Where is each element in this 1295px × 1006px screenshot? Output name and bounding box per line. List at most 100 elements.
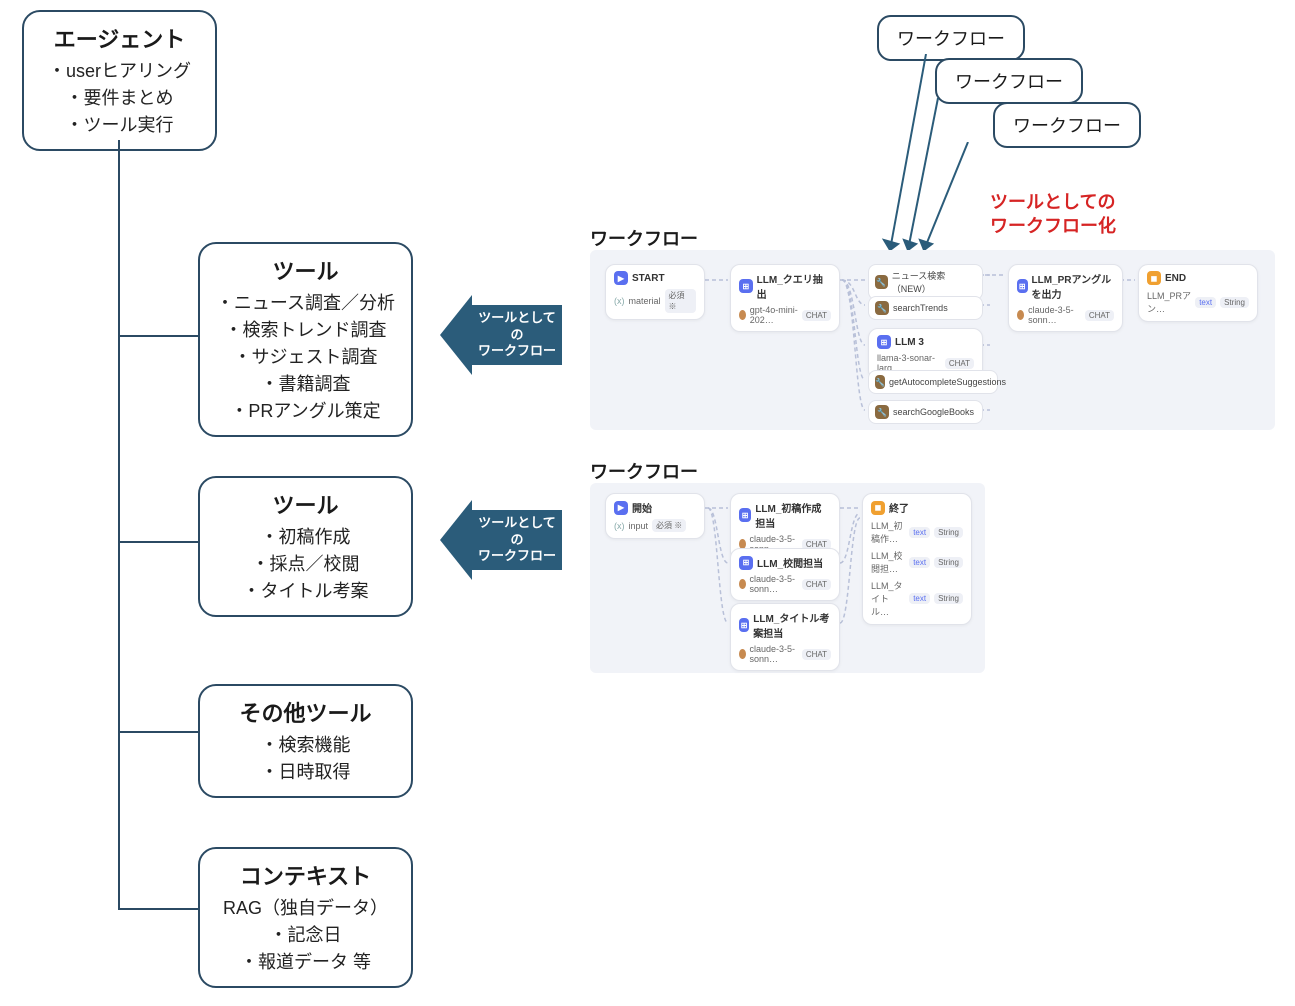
tool1-item-3: ・書籍調査 — [214, 371, 397, 398]
wf2-end-row1t: text — [909, 557, 930, 568]
wf1-end-sub: LLM_PRアン… — [1147, 289, 1191, 315]
wf2-llm2-tag: CHAT — [802, 579, 831, 590]
llm-icon: ⊞ — [739, 618, 749, 632]
arrow-tool-as-workflow-2: ツールとしての ワークフロー — [440, 500, 562, 580]
arrow-2-label-b: ワークフロー — [478, 548, 556, 565]
llm-icon: ⊞ — [1017, 279, 1028, 293]
tool1-item-1: ・検索トレンド調査 — [214, 317, 397, 344]
wf1-start-label: START — [632, 273, 665, 284]
llm-icon: ⊞ — [739, 279, 753, 293]
wf1-start-node[interactable]: ▶START (x)material必須 ※ — [605, 264, 705, 320]
wf2-llm2-model: claude-3-5-sonn… — [750, 574, 798, 594]
context-box: コンテキスト RAG（独自データ） ・記念日 ・報道データ 等 — [198, 847, 413, 988]
arrow-tool-as-workflow-1: ツールとしての ワークフロー — [440, 295, 562, 375]
wf1-start-sub: material — [629, 296, 661, 306]
context-item-1: ・記念日 — [214, 922, 397, 949]
wf2-llm3-node[interactable]: ⊞ LLM_タイトル考案担当 claude-3-5-sonn… CHAT — [730, 603, 840, 671]
arrow-2-body: ツールとしての ワークフロー — [472, 510, 562, 570]
tool2-item-1: ・採点／校閲 — [214, 551, 397, 578]
agent-box: エージェント ・userヒアリング ・要件まとめ ・ツール実行 — [22, 10, 217, 151]
wf1-end-label: END — [1165, 273, 1186, 284]
llm-icon: ⊞ — [739, 556, 753, 570]
wf2-end-label: 終了 — [889, 500, 909, 515]
agent-item-2: ・ツール実行 — [38, 112, 201, 139]
arrow-bubble-3 — [918, 142, 978, 260]
other-title: その他ツール — [214, 696, 397, 728]
wf1-llm1-label: LLM_クエリ抽出 — [757, 271, 831, 301]
wf2-end-node[interactable]: ◼終了 LLM_初稿作…textString LLM_校閲担…textStrin… — [862, 493, 972, 625]
tool-icon: 🔧 — [875, 375, 885, 389]
wf2-llm3-tag: CHAT — [802, 649, 831, 660]
wf1-end-type: String — [1220, 297, 1249, 308]
wf-panel-2: ▶開始 (x)input必須 ※ ⊞LLM_初稿作成担当 claude-3-5-… — [590, 483, 985, 673]
tool-icon: 🔧 — [875, 275, 888, 289]
wf1-llm-query-node[interactable]: ⊞LLM_クエリ抽出 gpt-4o-mini-202…CHAT — [730, 264, 840, 332]
other-item-0: ・検索機能 — [214, 732, 397, 759]
wf2-end-row0k: LLM_初稿作… — [871, 519, 905, 545]
arrow-1-label-b: ワークフロー — [478, 343, 556, 360]
wf1-books-label: searchGoogleBooks — [893, 407, 974, 417]
tree-h-1 — [118, 335, 198, 337]
wf-panel-1: ▶START (x)material必須 ※ ⊞LLM_クエリ抽出 gpt-4o… — [590, 250, 1275, 430]
tool1-title: ツール — [214, 254, 397, 286]
tool2-item-2: ・タイトル考案 — [214, 578, 397, 605]
tool2-box: ツール ・初稿作成 ・採点／校閲 ・タイトル考案 — [198, 476, 413, 617]
wf2-end-row2ty: String — [934, 593, 963, 604]
wf2-start-label: 開始 — [632, 500, 652, 515]
context-item-0: RAG（独自データ） — [214, 895, 397, 922]
wf1-llm3-tag: CHAT — [945, 358, 974, 369]
arrow-2-label-a: ツールとしての — [478, 515, 556, 549]
agent-item-1: ・要件まとめ — [38, 85, 201, 112]
wf1-books-node[interactable]: 🔧 searchGoogleBooks — [868, 400, 983, 424]
context-item-2: ・報道データ 等 — [214, 949, 397, 976]
wf1-autocomplete-label: getAutocompleteSuggestions — [889, 377, 1006, 387]
arrow-head-icon — [440, 500, 472, 580]
wf2-start-tag: 必須 ※ — [652, 519, 686, 532]
wf1-out-tag: CHAT — [1085, 310, 1114, 321]
agent-item-0: ・userヒアリング — [38, 58, 201, 85]
wf-bubble-2: ワークフロー — [935, 58, 1083, 104]
context-title: コンテキスト — [214, 859, 397, 891]
tree-h-4 — [118, 908, 198, 910]
tool-icon: 🔧 — [875, 301, 889, 315]
tool1-item-4: ・PRアングル策定 — [214, 398, 397, 425]
model-icon — [739, 579, 746, 589]
wf1-end-subtag: text — [1195, 297, 1216, 308]
red-annotation: ツールとしての ワークフロー化 — [990, 190, 1116, 239]
wf1-out-node[interactable]: ⊞LLM_PRアングルを出力 claude-3-5-sonn…CHAT — [1008, 264, 1123, 332]
wf2-llm3-label: LLM_タイトル考案担当 — [753, 610, 831, 640]
wf1-news-label: ニュース検索（NEW） — [892, 269, 976, 295]
tool1-item-0: ・ニュース調査／分析 — [214, 290, 397, 317]
wf2-end-row1ty: String — [934, 557, 963, 568]
wf2-start-sub: input — [629, 521, 649, 531]
tool2-item-0: ・初稿作成 — [214, 524, 397, 551]
wf1-autocomplete-node[interactable]: 🔧getAutocompleteSuggestions — [868, 370, 998, 394]
wf1-start-tag: 必須 ※ — [665, 289, 696, 313]
model-icon — [739, 310, 746, 320]
wf1-news-node[interactable]: 🔧 ニュース検索（NEW） — [868, 264, 983, 300]
end-icon: ◼ — [1147, 271, 1161, 285]
tool2-title: ツール — [214, 488, 397, 520]
other-box: その他ツール ・検索機能 ・日時取得 — [198, 684, 413, 798]
wf2-end-row2t: text — [909, 593, 930, 604]
arrow-head-icon — [440, 295, 472, 375]
red-annot-b: ワークフロー化 — [990, 214, 1116, 238]
wf1-trends-label: searchTrends — [893, 303, 948, 313]
wf2-llm2-label: LLM_校閲担当 — [757, 555, 823, 570]
wf1-llm1-tag: CHAT — [802, 310, 831, 321]
llm-icon: ⊞ — [877, 335, 891, 349]
tool-icon: 🔧 — [875, 405, 889, 419]
wf1-end-node[interactable]: ◼ END LLM_PRアン… text String — [1138, 264, 1258, 322]
tool1-item-2: ・サジェスト調査 — [214, 344, 397, 371]
wf2-llm2-node[interactable]: ⊞ LLM_校閲担当 claude-3-5-sonn… CHAT — [730, 548, 840, 601]
wf1-trends-node[interactable]: 🔧 searchTrends — [868, 296, 983, 320]
wf2-llm3-model: claude-3-5-sonn… — [750, 644, 798, 664]
model-icon — [1017, 310, 1024, 320]
wf1-out-model: claude-3-5-sonn… — [1028, 305, 1081, 325]
wf2-start-node[interactable]: ▶開始 (x)input必須 ※ — [605, 493, 705, 539]
wf2-end-row0t: text — [909, 527, 930, 538]
arrow-1-body: ツールとしての ワークフロー — [472, 305, 562, 365]
wf2-end-row1k: LLM_校閲担… — [871, 549, 905, 575]
wf-label-1: ワークフロー — [590, 225, 698, 251]
wf2-end-row2k: LLM_タイトル… — [871, 579, 905, 618]
